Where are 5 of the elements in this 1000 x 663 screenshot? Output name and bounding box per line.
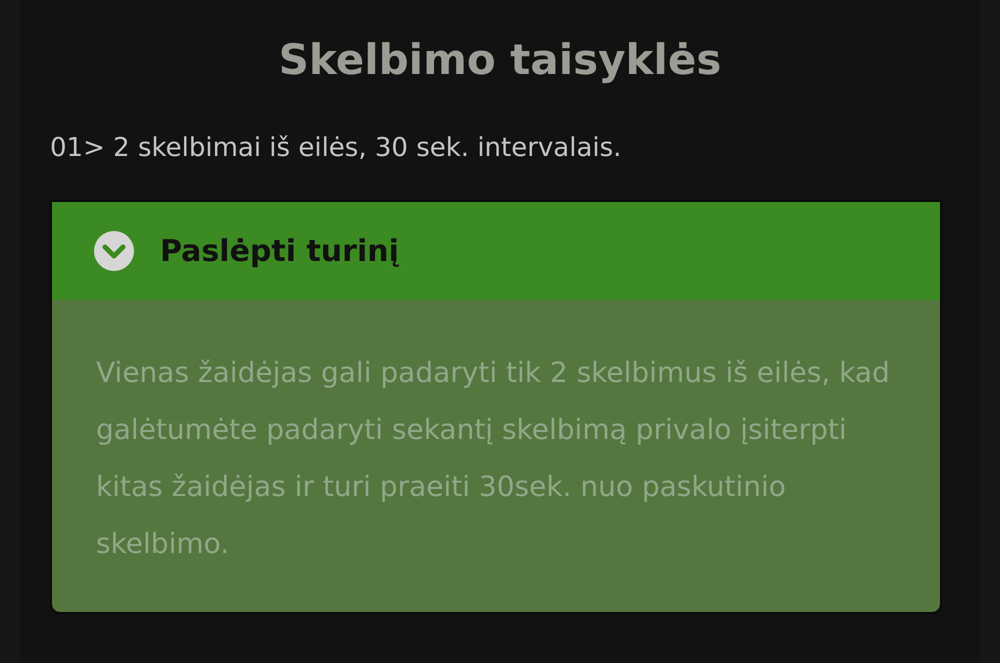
- accordion-toggle[interactable]: Paslėpti turinį: [52, 202, 940, 300]
- chevron-icon: [94, 231, 134, 271]
- accordion-body-text: Vienas žaidėjas gali padaryti tik 2 skelbimus iš eilės, kad galėtumėte padaryti sekantį skelbimą privalo įsiterpti kitas žaidėjas ir turi praeiti 30sek. nuo paskutinio skelbimo.: [95, 355, 891, 562]
- rule-text: 01> 2 skelbimai iš eilės, 30 sek. intervalais.: [50, 132, 622, 165]
- page-title: Skelbimo taisyklės: [278, 34, 722, 86]
